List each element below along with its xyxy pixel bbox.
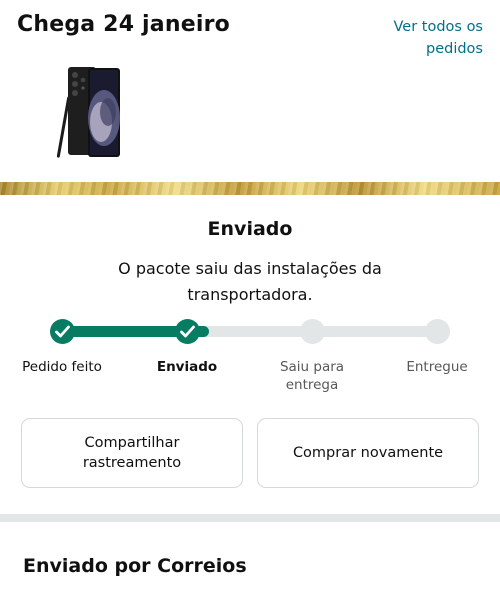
buy-again-button[interactable]: Comprar novamente	[257, 418, 479, 488]
view-all-orders-link[interactable]: Ver todos os pedidos	[373, 16, 483, 60]
checkmark-icon	[180, 325, 195, 338]
step-label-shipped: Enviado	[156, 359, 218, 375]
step-label-ordered: Pedido feito	[22, 359, 102, 375]
section-divider	[0, 514, 500, 522]
buy-again-label: Comprar novamente	[292, 445, 444, 461]
smartphone-icon	[38, 60, 142, 164]
step-dot-ordered	[50, 319, 75, 344]
share-tracking-label: Compartilhar rastreamento	[82, 435, 182, 471]
decorative-gold-band	[0, 182, 500, 195]
step-label-out-for-delivery: Saiu para entrega	[279, 359, 345, 393]
step-dot-out-for-delivery	[300, 319, 325, 344]
shipment-status-title: Enviado	[207, 218, 293, 240]
order-header: Chega 24 janeiro Ver todos os pedidos	[0, 0, 500, 180]
shipment-status-description: O pacote saiu das instalações da transpo…	[118, 259, 382, 304]
product-image[interactable]	[38, 60, 142, 164]
arrival-date-title: Chega 24 janeiro	[17, 12, 230, 37]
checkmark-icon	[55, 325, 70, 338]
step-dot-shipped	[175, 319, 200, 344]
step-label-delivered: Entregue	[406, 359, 468, 375]
step-dot-delivered	[425, 319, 450, 344]
carrier-heading: Enviado por Correios	[23, 555, 247, 577]
share-tracking-button[interactable]: Compartilhar rastreamento	[21, 418, 243, 488]
